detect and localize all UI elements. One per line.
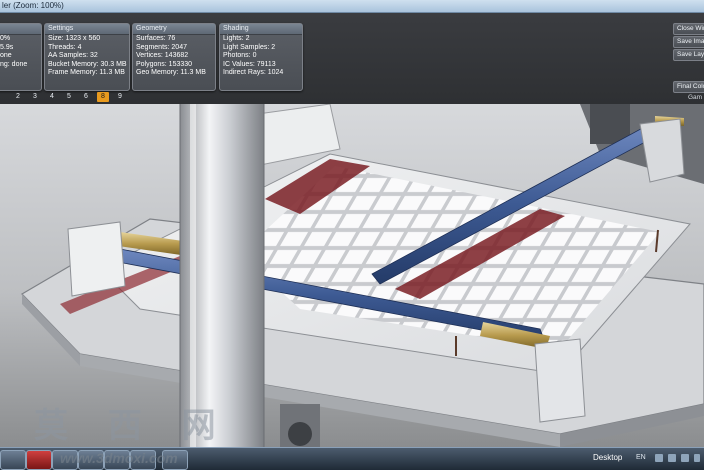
shading-line: Indirect Rays: 1024 [223,69,284,77]
page-tab[interactable]: 6 [80,92,92,102]
shading-line: Lights: 2 [223,35,250,42]
geometry-line: Surfaces: 76 [136,35,176,42]
page-tab[interactable]: 5 [63,92,75,102]
geometry-line: Geo Memory: 11.3 MB [136,69,206,77]
desktop-toolbar-label[interactable]: Desktop [593,453,622,462]
save-image-button[interactable]: Save Imag [673,36,704,48]
shading-panel-title: Shading [220,24,302,35]
rendered-model [21,104,704,447]
settings-line: Size: 1323 x 560 [48,35,101,42]
shading-panel: Shading Lights: 2 Light Samples: 2 Photo… [219,23,303,91]
settings-panel-title: Settings [45,24,129,35]
render-stats-bar: 0% 5.9s one ng: done Settings Size: 1323… [0,13,704,104]
status-line: 0% [0,35,11,42]
page-tab[interactable]: 2 [12,92,24,102]
render-viewport[interactable] [0,104,704,447]
shading-line: IC Values: 79113 [223,60,276,68]
final-color-select[interactable]: Final Colo [673,81,704,93]
page-tab-active[interactable]: 8 [97,92,109,102]
page-tab[interactable]: 4 [46,92,58,102]
tray-icon[interactable] [668,454,676,462]
gamma-label: Gam [688,94,703,101]
save-layers-button[interactable]: Save Laye [673,49,704,61]
shading-line: Photons: 0 [223,52,257,60]
start-button[interactable] [0,450,26,470]
geometry-line: Vertices: 143682 [136,52,189,60]
window-title: ler (Zoom: 100%) [2,1,64,10]
tray-icon[interactable] [655,454,663,462]
tray-icon[interactable] [694,454,700,462]
page-tab[interactable]: 9 [114,92,126,102]
geometry-panel-title: Geometry [133,24,215,35]
status-line: ng: done [0,60,28,68]
watermark-chars: 莫 西 网 [34,406,230,446]
geometry-panel: Geometry Surfaces: 76 Segments: 2047 Ver… [132,23,216,91]
geometry-line: Segments: 2047 [136,43,187,51]
language-indicator[interactable]: EN [636,454,646,461]
settings-line: Threads: 4 [48,43,82,51]
status-panel-header [0,24,41,35]
page-tab[interactable]: 3 [29,92,41,102]
geometry-line: Polygons: 153330 [136,60,193,68]
settings-line: AA Samples: 32 [48,52,98,60]
buffer-page-tabs: 2 3 4 5 6 7 8 9 [0,92,130,103]
watermark-url: www.3dmoxi.com [60,450,178,466]
app-icon-sw[interactable] [26,450,52,470]
settings-panel: Settings Size: 1323 x 560 Threads: 4 AA … [44,23,130,91]
status-panel: 0% 5.9s one ng: done [0,23,42,91]
window-titlebar: ler (Zoom: 100%) [0,0,704,13]
settings-line: Bucket Memory: 30.3 MB [48,60,127,68]
status-line: 5.9s [0,43,14,51]
settings-line: Frame Memory: 11.3 MB [48,69,125,77]
status-line: one [0,52,12,60]
tray-icon[interactable] [681,454,689,462]
close-window-button[interactable]: Close Win [673,23,704,35]
shading-line: Light Samples: 2 [223,43,276,51]
